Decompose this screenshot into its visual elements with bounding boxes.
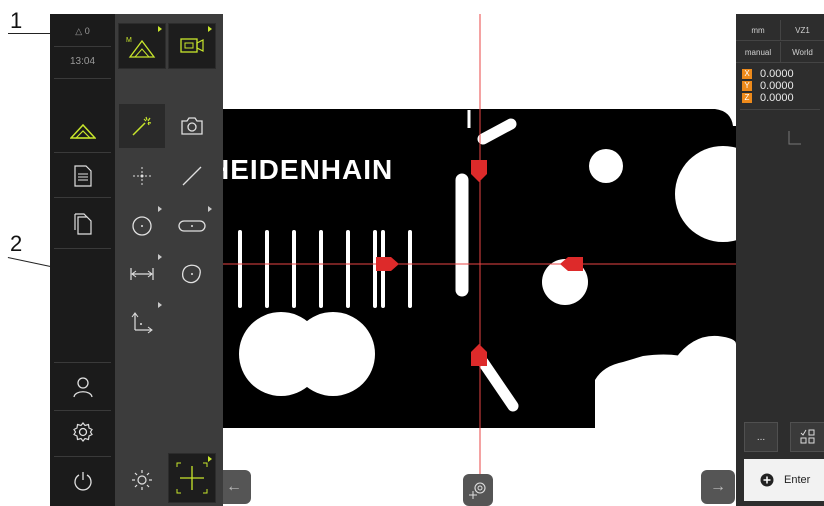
auto-measure-wand-icon (132, 116, 152, 136)
callout-1: 1 (10, 8, 23, 33)
power-icon (73, 472, 92, 491)
enter-label: Enter (784, 474, 811, 486)
axis-x-value: 0.0000 (760, 68, 794, 80)
enter-button[interactable]: Enter (744, 459, 824, 501)
next-button[interactable]: → (701, 470, 735, 504)
workspace-view[interactable]: HEIDENHAIN ← → (223, 14, 736, 506)
coord-row-z: Z 0.0000 (742, 92, 824, 104)
arrow-right-icon: → (710, 478, 726, 495)
coordinate-system-icon (131, 312, 153, 334)
tool-coordinate-system-button[interactable] (119, 300, 165, 344)
tool-line-button[interactable] (169, 154, 215, 198)
plus-circle-icon (760, 473, 774, 487)
crosshair-icon (176, 462, 208, 494)
workspace-settings-button[interactable] (463, 474, 493, 506)
camera-icon (181, 117, 203, 135)
divider (740, 109, 820, 110)
distance-icon (130, 268, 154, 280)
tool-distance-button[interactable] (119, 252, 165, 296)
empty-list-icon (788, 131, 801, 145)
axis-z-value: 0.0000 (760, 92, 794, 104)
measure-manual-icon: M (126, 37, 156, 58)
coord-row-y: Y 0.0000 (742, 80, 824, 92)
point-icon (133, 167, 151, 185)
measure-icon (69, 123, 96, 139)
menu-measure-button[interactable] (50, 110, 115, 152)
svg-text:M: M (126, 37, 132, 44)
feature-list-button[interactable] (790, 422, 824, 452)
menu-user-button[interactable] (50, 366, 115, 408)
video-camera-icon (180, 38, 204, 53)
file-management-icon (73, 213, 92, 235)
tool-palette: M (115, 14, 223, 506)
tool-auto-measure-button[interactable] (119, 104, 165, 148)
coord-row-x: X 0.0000 (742, 68, 824, 80)
menu-file-management-button[interactable] (50, 203, 115, 245)
slot-icon (178, 220, 206, 232)
brightness-icon (132, 470, 152, 490)
line-icon (182, 166, 202, 186)
arrow-left-icon: ← (226, 478, 242, 495)
menu-protocol-button[interactable] (50, 155, 115, 197)
axis-y-value: 0.0000 (760, 80, 794, 92)
axis-x-label: X (742, 69, 752, 79)
coord-system-selector[interactable]: World (781, 42, 824, 63)
triangle-warning-icon: △ (75, 26, 83, 36)
circle-icon (132, 216, 152, 236)
tool-circle-button[interactable] (119, 204, 165, 248)
clock-time: 13:04 (69, 56, 96, 67)
checklist-icon (800, 429, 815, 444)
user-icon (72, 377, 93, 398)
tool-slot-button[interactable] (169, 204, 215, 248)
unit-selector[interactable]: mm (736, 20, 781, 41)
tool-point-button[interactable] (119, 154, 165, 198)
logo-text: HEIDENHAIN (223, 154, 394, 185)
warning-count: 0 (84, 26, 90, 36)
crosshair-button[interactable] (168, 453, 216, 503)
more-button[interactable]: ... (744, 422, 778, 452)
zero-point-selector[interactable]: VZ1 (781, 20, 824, 41)
brightness-button[interactable] (119, 458, 165, 502)
menu-power-button[interactable] (50, 460, 115, 502)
axis-y-label: Y (742, 81, 752, 91)
live-image (223, 14, 736, 506)
axis-z-label: Z (742, 93, 752, 103)
main-menu-bar: △ 0 13:04 (50, 14, 115, 506)
position-panel: mm VZ1 manual World X 0.0000 Y 0.0000 Z … (736, 14, 824, 506)
menu-settings-button[interactable] (50, 411, 115, 453)
protocol-icon (73, 165, 92, 187)
prev-button[interactable]: ← (223, 470, 251, 504)
callout-2: 2 (10, 231, 23, 256)
warning-status[interactable]: △ 0 (50, 26, 115, 37)
settings-crosshair-icon (469, 482, 486, 499)
sensor-video-button[interactable] (168, 23, 216, 69)
tool-blob-button[interactable] (169, 252, 215, 296)
tool-image-capture-button[interactable] (169, 104, 215, 148)
settings-icon (72, 422, 93, 442)
mode-selector[interactable]: manual (736, 42, 781, 63)
sensor-measure-manual-button[interactable]: M (118, 23, 166, 69)
blob-icon (181, 264, 201, 284)
